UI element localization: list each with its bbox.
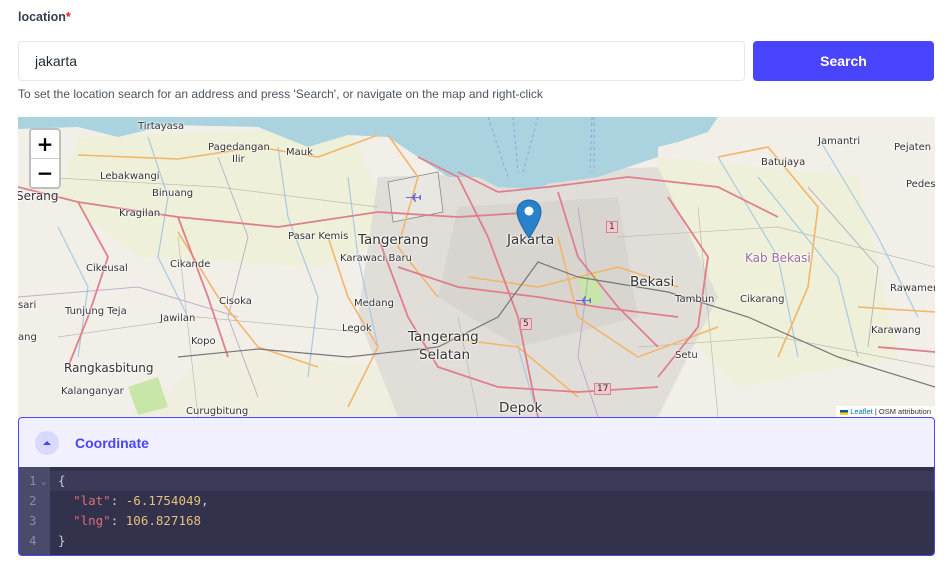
route-shield: 5 <box>520 318 532 330</box>
map-label-place: Kopo <box>191 336 216 347</box>
map-label-place: Tirtayasa <box>138 121 185 132</box>
map-label-place: Cikande <box>170 259 211 270</box>
map-label-place: Medang <box>354 298 394 309</box>
map-label-place: Kragilan <box>119 208 161 219</box>
map-label-place: Cisoka <box>219 296 252 307</box>
search-button[interactable]: Search <box>753 41 934 81</box>
json-code-editor[interactable]: 1 ⌄ 2 3 4 { "lat": -6.1754049, "lng": 106… <box>19 467 934 555</box>
code-line: { <box>58 473 66 488</box>
map-label-place: Setu <box>675 350 698 361</box>
fold-chevron-icon[interactable]: ⌄ <box>41 472 46 492</box>
map-label-place: sari <box>18 300 37 311</box>
map-label-place: Ilir <box>232 154 245 165</box>
chevron-up-icon <box>43 440 51 445</box>
coordinate-panel-header[interactable]: Coordinate <box>19 418 934 467</box>
location-field-label: location* <box>18 10 71 24</box>
map-label-place: Binuang <box>152 188 194 199</box>
label-text: location <box>18 10 66 24</box>
route-shield: 1 <box>606 221 618 233</box>
route-shield: 17 <box>594 383 612 395</box>
code-line: "lng": 106.827168 <box>73 513 202 528</box>
map-label-place: Tunjung Teja <box>65 306 127 317</box>
map-label-place: Rawamer <box>890 283 935 294</box>
map-label-place: Karawang <box>871 325 921 336</box>
map-label-place: Selatan <box>419 347 471 363</box>
zoom-out-button[interactable]: − <box>31 159 59 187</box>
line-number: 1 ⌄ <box>19 471 50 491</box>
map-label-place: Tambun <box>675 294 715 305</box>
map-label-place: Pejaten <box>894 142 932 153</box>
map-label-place: Curugbitung <box>186 406 249 417</box>
coordinate-title: Coordinate <box>75 434 149 451</box>
osm-attribution-link[interactable]: OSM attribution <box>879 407 931 416</box>
line-number: 3 <box>29 513 37 528</box>
map-label-place: Jawilan <box>160 313 196 324</box>
map-label-place: Depok <box>499 400 543 416</box>
map-label-place: Pasar Kemis <box>288 231 349 242</box>
map-label-region: Kab Bekasi <box>745 251 811 265</box>
code-line: "lat": -6.1754049, <box>73 493 209 508</box>
map-label-place: Karawaci Baru <box>340 253 412 264</box>
map-label-place: Batujaya <box>761 157 806 168</box>
map-label-place: Cikarang <box>740 294 785 305</box>
map-view[interactable]: Tirtayasa Pagedangan Ilir Mauk Lebakwang… <box>18 117 935 417</box>
map-pin-icon[interactable] <box>516 199 542 239</box>
lat-key: "lat" <box>73 493 111 508</box>
map-label-place: Serang <box>18 189 59 203</box>
map-label-place: Tangerang <box>408 329 479 345</box>
lng-value: 106.827168 <box>125 513 202 528</box>
location-search-input[interactable] <box>18 41 745 81</box>
lng-key: "lng" <box>73 513 111 528</box>
zoom-in-button[interactable]: + <box>31 130 59 159</box>
code-line: } <box>58 533 66 548</box>
leaflet-link[interactable]: Leaflet <box>850 407 873 416</box>
coordinate-panel: Coordinate 1 ⌄ 2 3 4 { "lat": -6.1754049,… <box>18 417 935 556</box>
map-label-place: Pedes <box>906 179 935 190</box>
line-number: 4 <box>29 533 37 548</box>
zoom-control: + − <box>29 128 61 189</box>
required-asterisk: * <box>65 10 71 24</box>
map-label-place: Legok <box>342 323 372 334</box>
map-label-place: Bekasi <box>630 274 675 290</box>
line-number: 2 <box>29 493 37 508</box>
map-label-place: Rangkasbitung <box>64 361 154 375</box>
code-content: { "lat": -6.1754049, "lng": 106.827168 } <box>50 467 934 555</box>
map-label-place: Jamantri <box>818 136 861 147</box>
map-label-place: Pagedangan <box>208 142 270 153</box>
map-label-place: ang <box>18 332 37 343</box>
location-hint-text: To set the location search for an addres… <box>18 87 543 101</box>
map-attribution: Leaflet | OSM attribution <box>836 406 935 417</box>
map-label-place: Cikeusal <box>86 263 128 274</box>
collapse-toggle-button[interactable] <box>35 430 59 455</box>
map-label-place: Kalanganyar <box>61 386 124 397</box>
map-label-place: Mauk <box>286 147 313 158</box>
map-label-place: Tangerang <box>358 232 429 248</box>
ukraine-flag-icon <box>840 409 849 415</box>
lat-value: -6.1754049 <box>125 493 202 508</box>
line-number-gutter: 1 ⌄ 2 3 4 <box>19 467 50 555</box>
map-label-place: Lebakwangi <box>100 171 160 182</box>
